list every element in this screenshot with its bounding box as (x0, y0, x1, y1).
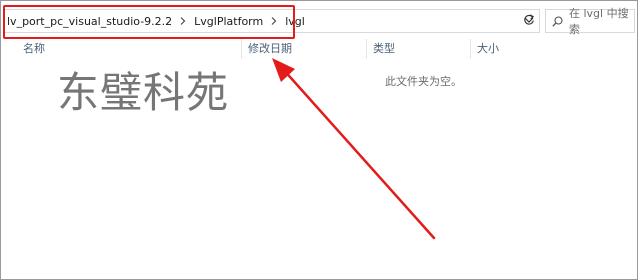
annotation-arrow (272, 58, 436, 240)
